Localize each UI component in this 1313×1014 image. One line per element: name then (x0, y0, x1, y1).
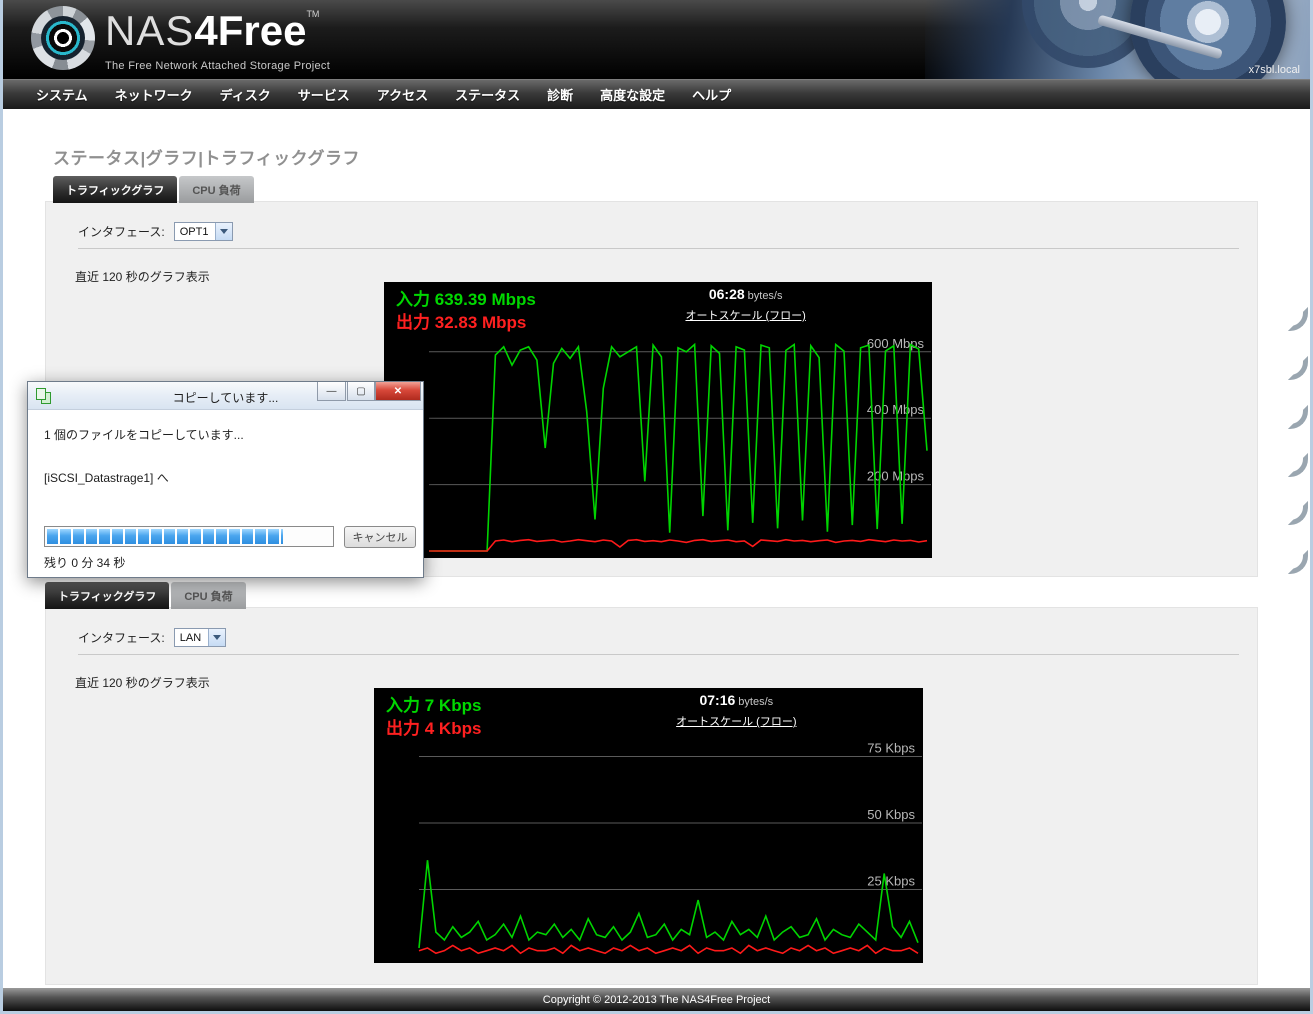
time-remaining: 残り 0 分 34 秒 (44, 556, 126, 570)
traffic-graph-opt1: 600 Mbps 400 Mbps 200 Mbps 入力 639.39 Mbps … (384, 282, 932, 558)
cancel-button[interactable]: キャンセル (344, 526, 416, 548)
edge-artifact-icon (1288, 550, 1308, 574)
nav-item-network[interactable]: ネットワーク (115, 85, 193, 104)
tab-cpu-load[interactable]: CPU 負荷 (179, 176, 254, 203)
window-edge-artifacts (1280, 307, 1310, 587)
chevron-down-icon[interactable] (208, 629, 226, 646)
app-header: NAS4FreeTM The Free Network Attached Sto… (3, 0, 1310, 79)
interface-label: インタフェース: (78, 225, 165, 239)
nas4free-logo-icon (31, 6, 95, 70)
in-label: 入力 (396, 290, 430, 309)
traffic-graph-lan: 75 Kbps 50 Kbps 25 Kbps 入力 7 Kbps 出力 4 Kbp… (374, 688, 923, 963)
graph-unit: bytes/s (747, 290, 783, 302)
interface-label: インタフェース: (78, 631, 165, 645)
out-label: 出力 (396, 312, 430, 332)
svg-text:50 Kbps: 50 Kbps (867, 807, 915, 822)
brand-text: NAS4FreeTM The Free Network Attached Sto… (105, 6, 331, 73)
close-icon[interactable]: ✕ (375, 382, 421, 401)
copy-progress-bar (44, 526, 334, 547)
copy-destination: [iSCSI_Datastrage1] へ (44, 471, 169, 485)
interface-row: インタフェース: OPT1 (78, 222, 234, 241)
nav-item-diagnostics[interactable]: 診断 (547, 85, 573, 104)
tab-traffic-graph[interactable]: トラフィックグラフ (45, 582, 170, 609)
progress-fill (47, 529, 283, 544)
interface-select[interactable]: LAN (173, 628, 227, 647)
hostname-label: x7sbl.local (1248, 64, 1300, 76)
graph-legend: 入力 7 Kbps 出力 4 Kbps (386, 695, 481, 741)
tab-cpu-load[interactable]: CPU 負荷 (171, 582, 246, 609)
page: NAS4FreeTM The Free Network Attached Sto… (3, 0, 1310, 1011)
brand-suffix: 4Free (194, 7, 307, 54)
out-value: 4 Kbps (424, 718, 482, 738)
edge-artifact-icon (1288, 453, 1308, 477)
out-value: 32.83 Mbps (434, 312, 527, 332)
interface-select-value: OPT1 (179, 225, 209, 238)
autoscale-link[interactable]: オートスケール (フロー) (685, 307, 805, 323)
graph-caption: 直近 120 秒のグラフ表示 (75, 270, 210, 284)
edge-artifact-icon (1288, 501, 1308, 525)
copyright-text: Copyright © 2012-2013 The NAS4Free Proje… (542, 993, 771, 1006)
tabstrip-traffic-1: トラフィックグラフ CPU 負荷 (53, 176, 254, 203)
copy-message: 1 個のファイルをコピーしています... (44, 428, 244, 442)
trademark-label: TM (306, 9, 320, 19)
nav-item-disks[interactable]: ディスク (220, 85, 271, 104)
tabstrip-traffic-2: トラフィックグラフ CPU 負荷 (45, 582, 246, 609)
footer: Copyright © 2012-2013 The NAS4Free Proje… (3, 988, 1310, 1011)
nav-item-services[interactable]: サービス (298, 85, 350, 104)
interface-select-value: LAN (179, 631, 202, 644)
brand: NAS4FreeTM The Free Network Attached Sto… (31, 6, 330, 72)
chevron-down-icon[interactable] (215, 223, 233, 240)
nav-item-help[interactable]: ヘルプ (692, 85, 731, 104)
nav-item-access[interactable]: アクセス (377, 85, 428, 104)
svg-text:600 Mbps: 600 Mbps (867, 336, 925, 351)
copy-dialog: コピーしています... — ▢ ✕ 1 個のファイルをコピーしています... [… (27, 381, 424, 578)
interface-select[interactable]: OPT1 (173, 222, 234, 241)
in-value: 7 Kbps (424, 696, 482, 715)
nav-item-status[interactable]: ステータス (455, 85, 520, 104)
maximize-icon[interactable]: ▢ (347, 382, 375, 401)
page-frame: NAS4FreeTM The Free Network Attached Sto… (0, 0, 1313, 1014)
svg-text:25 Kbps: 25 Kbps (867, 874, 915, 889)
nav-item-system[interactable]: システム (36, 85, 88, 104)
in-label: 入力 (386, 696, 420, 715)
brand-prefix: NAS (105, 7, 195, 54)
main-nav: システム ネットワーク ディスク サービス アクセス ステータス 診断 高度な設… (3, 79, 1310, 109)
dialog-titlebar[interactable]: コピーしています... — ▢ ✕ (28, 382, 423, 410)
graph-header: 07:16 bytes/s オートスケール (フロー) (616, 692, 858, 730)
edge-artifact-icon (1288, 405, 1308, 429)
divider (78, 654, 1239, 655)
in-value: 639.39 Mbps (434, 290, 536, 309)
graph-header: 06:28 bytes/s オートスケール (フロー) (625, 286, 866, 324)
svg-text:75 Kbps: 75 Kbps (867, 741, 915, 756)
autoscale-link[interactable]: オートスケール (フロー) (676, 713, 796, 729)
traffic-panel-lan: インタフェース: LAN 直近 120 秒のグラフ表示 75 Kbps 50 Kb… (45, 607, 1258, 985)
edge-artifact-icon (1288, 307, 1308, 331)
tab-traffic-graph[interactable]: トラフィックグラフ (53, 176, 178, 203)
breadcrumb: ステータス|グラフ|トラフィックグラフ (53, 149, 360, 168)
brand-tagline: The Free Network Attached Storage Projec… (105, 60, 331, 72)
graph-unit: bytes/s (738, 696, 774, 708)
edge-artifact-icon (1288, 356, 1308, 380)
graph-legend: 入力 639.39 Mbps 出力 32.83 Mbps (396, 289, 536, 335)
divider (78, 248, 1239, 249)
graph-time: 07:16 (699, 692, 736, 708)
interface-row: インタフェース: LAN (78, 628, 227, 647)
minimize-icon[interactable]: — (317, 382, 346, 401)
nav-item-advanced[interactable]: 高度な設定 (600, 85, 665, 104)
graph-caption: 直近 120 秒のグラフ表示 (75, 676, 210, 690)
out-label: 出力 (386, 718, 420, 738)
svg-text:400 Mbps: 400 Mbps (867, 402, 925, 417)
graph-time: 06:28 (708, 286, 745, 302)
